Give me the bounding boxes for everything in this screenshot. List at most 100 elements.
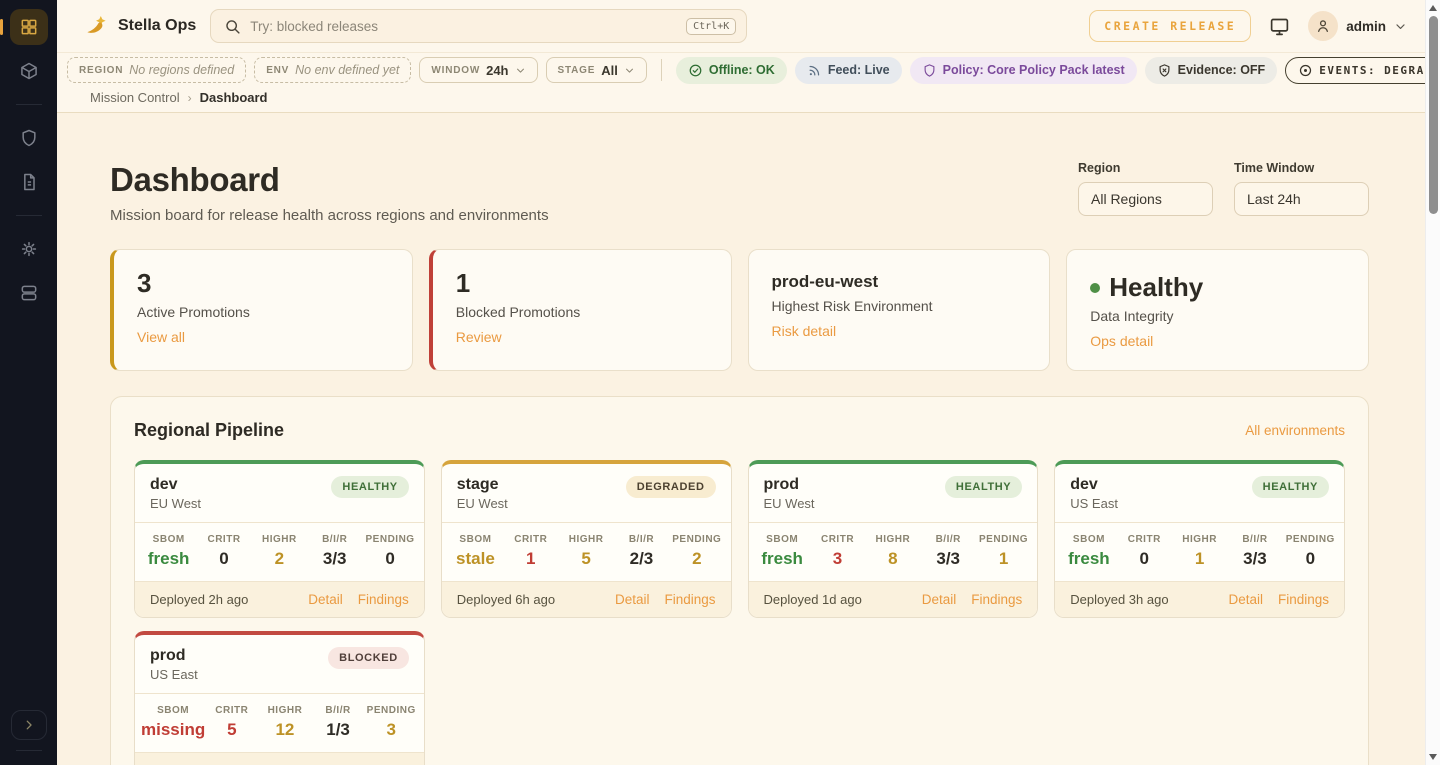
summary-cards: 3 Active Promotions View all 1 Blocked P… bbox=[110, 249, 1369, 371]
environment-name: prod bbox=[150, 647, 198, 665]
scroll-up-arrow[interactable] bbox=[1429, 5, 1437, 11]
search-icon bbox=[224, 18, 241, 35]
stat-label: HIGHR bbox=[1172, 534, 1227, 545]
stat-label: SBOM bbox=[141, 534, 196, 545]
stat-value: 0 bbox=[362, 549, 417, 569]
pipeline-card-prod-us-east: prod US East BLOCKED SBOMmissing CRITR5 … bbox=[134, 631, 425, 765]
stat-value: 8 bbox=[865, 549, 920, 569]
vertical-scrollbar[interactable] bbox=[1425, 0, 1440, 765]
comet-star-icon bbox=[85, 14, 109, 38]
findings-link[interactable]: Findings bbox=[664, 592, 715, 607]
main-area: Stella Ops Ctrl+K CREATE RELEASE admin R… bbox=[57, 0, 1425, 765]
findings-link[interactable]: Findings bbox=[358, 592, 409, 607]
stat-value: 2 bbox=[669, 549, 724, 569]
stage-dropdown[interactable]: STAGE All bbox=[546, 57, 647, 83]
stat-label: SBOM bbox=[755, 534, 810, 545]
status-badge: HEALTHY bbox=[331, 476, 408, 498]
stat-label: PENDING bbox=[669, 534, 724, 545]
stat-label: CRITR bbox=[503, 534, 558, 545]
create-release-button[interactable]: CREATE RELEASE bbox=[1089, 10, 1251, 42]
environment-region: US East bbox=[150, 667, 198, 682]
deployed-timestamp: Deployed 1d ago bbox=[764, 592, 862, 607]
sidebar-item-packages[interactable] bbox=[10, 53, 48, 89]
stat-label: PENDING bbox=[976, 534, 1031, 545]
view-all-link[interactable]: View all bbox=[137, 329, 185, 345]
context-bar: REGION No regions defined ENV No env def… bbox=[57, 52, 1425, 87]
findings-link[interactable]: Findings bbox=[1278, 592, 1329, 607]
env-chip[interactable]: ENV No env defined yet bbox=[254, 57, 411, 83]
detail-link[interactable]: Detail bbox=[308, 592, 343, 607]
scroll-down-arrow[interactable] bbox=[1429, 754, 1437, 760]
pipeline-grid: dev EU West HEALTHY SBOM fresh CRITR 0 HIG… bbox=[134, 460, 1345, 765]
events-status-pill[interactable]: EVENTS: DEGRADED bbox=[1285, 57, 1440, 84]
stat-value: 1/3 bbox=[312, 720, 365, 740]
window-dropdown[interactable]: WINDOW 24h bbox=[419, 57, 537, 83]
deployed-timestamp: Deployed 2h ago bbox=[150, 592, 248, 607]
sidebar-item-settings[interactable] bbox=[10, 231, 48, 267]
monitor-icon[interactable] bbox=[1269, 16, 1290, 37]
scrollbar-thumb[interactable] bbox=[1429, 16, 1438, 214]
user-menu[interactable]: admin bbox=[1308, 11, 1407, 41]
section-title: Regional Pipeline bbox=[134, 420, 284, 441]
sidebar-item-dashboard[interactable] bbox=[10, 9, 48, 45]
search-input[interactable] bbox=[250, 19, 677, 34]
environment-name: dev bbox=[150, 476, 201, 494]
stat-value: fresh bbox=[755, 549, 810, 569]
stat-value: 1 bbox=[503, 549, 558, 569]
sidebar-expand-button[interactable] bbox=[11, 710, 47, 740]
findings-link[interactable]: Findings bbox=[971, 592, 1022, 607]
risk-detail-link[interactable]: Risk detail bbox=[772, 323, 837, 339]
review-link[interactable]: Review bbox=[456, 329, 502, 345]
stat-label: B/I/R bbox=[312, 705, 365, 716]
stat-value: 0 bbox=[1117, 549, 1172, 569]
global-search[interactable]: Ctrl+K bbox=[210, 9, 747, 43]
summary-card-highest-risk: prod-eu-west Highest Risk Environment Ri… bbox=[748, 249, 1051, 371]
environment-name: prod bbox=[764, 476, 815, 494]
user-icon bbox=[1315, 18, 1331, 34]
status-badge: BLOCKED bbox=[328, 647, 409, 669]
detail-link[interactable]: Detail bbox=[1228, 592, 1263, 607]
stat-value: 5 bbox=[558, 549, 613, 569]
stat-label: SBOM bbox=[141, 705, 205, 716]
active-indicator bbox=[0, 19, 3, 35]
breadcrumb-current: Dashboard bbox=[200, 90, 268, 105]
page-title: Dashboard bbox=[110, 161, 549, 199]
environment-region: US East bbox=[1070, 496, 1118, 511]
top-bar: Stella Ops Ctrl+K CREATE RELEASE admin bbox=[57, 0, 1425, 52]
environment-name: dev bbox=[1070, 476, 1118, 494]
all-environments-link[interactable]: All environments bbox=[1245, 423, 1345, 438]
metric-value: prod-eu-west bbox=[772, 273, 1027, 292]
sidebar-divider bbox=[16, 104, 42, 105]
detail-link[interactable]: Detail bbox=[615, 592, 650, 607]
sidebar bbox=[0, 0, 57, 765]
page-content: Dashboard Mission board for release heal… bbox=[57, 113, 1425, 765]
environment-region: EU West bbox=[457, 496, 508, 511]
chevron-down-icon bbox=[624, 65, 635, 76]
region-select[interactable]: All Regions bbox=[1078, 182, 1213, 216]
status-badge: HEALTHY bbox=[945, 476, 1022, 498]
stat-label: B/I/R bbox=[614, 534, 669, 545]
summary-card-data-integrity: Healthy Data Integrity Ops detail bbox=[1066, 249, 1369, 371]
detail-link[interactable]: Detail bbox=[922, 592, 957, 607]
stat-value: 3 bbox=[365, 720, 418, 740]
page-subtitle: Mission board for release health across … bbox=[110, 207, 549, 224]
stat-value: 0 bbox=[196, 549, 251, 569]
policy-status-pill: Policy: Core Policy Pack latest bbox=[910, 57, 1137, 84]
target-icon bbox=[1298, 63, 1313, 78]
region-chip[interactable]: REGION No regions defined bbox=[67, 57, 246, 83]
breadcrumb-parent[interactable]: Mission Control bbox=[90, 90, 180, 105]
sidebar-item-infrastructure[interactable] bbox=[10, 275, 48, 311]
sidebar-item-documents[interactable] bbox=[10, 164, 48, 200]
divider bbox=[661, 59, 662, 81]
ops-detail-link[interactable]: Ops detail bbox=[1090, 333, 1153, 349]
pipeline-card-stage-eu-west: stage EU West DEGRADED SBOMstale CRITR1 … bbox=[441, 460, 732, 618]
stat-value: 2/3 bbox=[614, 549, 669, 569]
sidebar-item-security[interactable] bbox=[10, 120, 48, 156]
time-window-select[interactable]: Last 24h bbox=[1234, 182, 1369, 216]
stat-value: 3/3 bbox=[307, 549, 362, 569]
app-root: Stella Ops Ctrl+K CREATE RELEASE admin R… bbox=[0, 0, 1440, 765]
summary-card-active-promotions: 3 Active Promotions View all bbox=[110, 249, 413, 371]
shield-icon bbox=[19, 128, 39, 148]
package-icon bbox=[19, 61, 39, 81]
brand: Stella Ops bbox=[85, 14, 196, 38]
